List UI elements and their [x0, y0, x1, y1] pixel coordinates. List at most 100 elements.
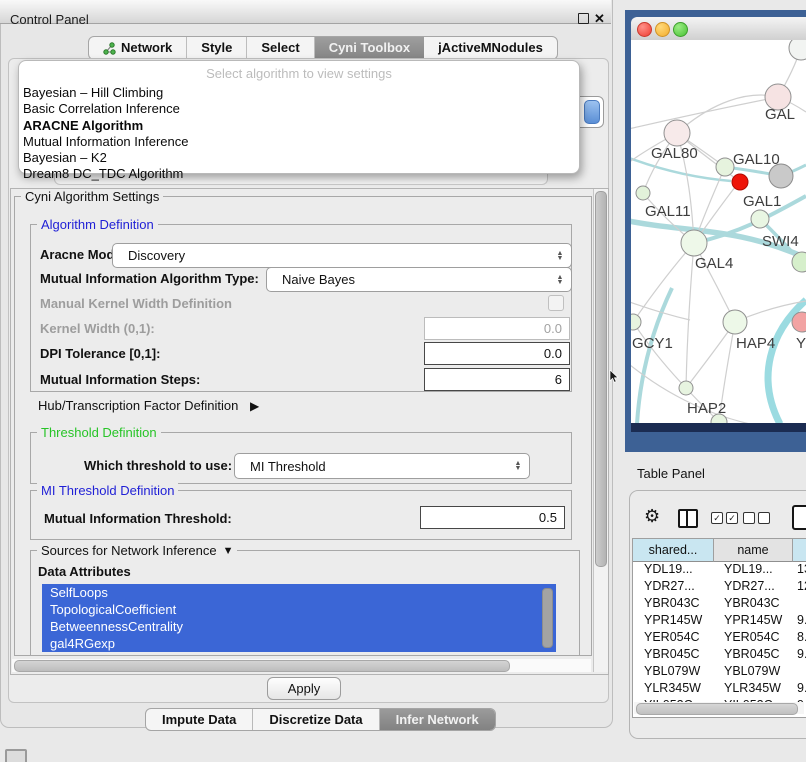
close-window-icon[interactable] — [637, 22, 652, 37]
network-node-highlighted[interactable] — [732, 174, 748, 190]
vertical-scrollbar-thumb[interactable] — [595, 191, 607, 567]
node-label: GCY1 — [632, 335, 673, 352]
control-panel-titlebar[interactable] — [0, 0, 611, 24]
table-horizontal-scrollbar-thumb[interactable] — [636, 703, 798, 715]
table-row[interactable]: YLR345WYLR345W9. — [633, 680, 806, 697]
tab-style[interactable]: Style — [187, 37, 247, 59]
node-labels: GAL GAL80 GAL10 GAL1 GAL11 SWI4 GAL4 GCY… — [632, 106, 806, 417]
hub-definition-expander[interactable]: Hub/Transcription Factor Definition ▶ — [38, 398, 259, 413]
tab-discretize-data[interactable]: Discretize Data — [253, 709, 379, 730]
mi-algorithm-type-combobox[interactable]: Naive Bayes ▲▼ — [266, 267, 572, 292]
columns-icon[interactable] — [678, 509, 698, 528]
kernel-width-field[interactable]: 0.0 — [424, 317, 570, 340]
close-panel-icon[interactable]: ✕ — [594, 11, 605, 27]
network-node-gal1[interactable] — [751, 210, 769, 228]
network-node-hap2[interactable] — [679, 381, 693, 395]
tab-infer-network[interactable]: Infer Network — [380, 709, 495, 730]
network-node-gal4[interactable] — [681, 230, 707, 256]
horizontal-scrollbar-thumb[interactable] — [14, 660, 510, 672]
float-panel-icon[interactable] — [578, 13, 589, 24]
checked-box-icon: ✓ — [726, 512, 738, 524]
node-label: Y — [796, 335, 806, 352]
which-threshold-combobox[interactable]: MI Threshold ▲▼ — [234, 453, 530, 479]
mi-steps-field[interactable]: 6 — [424, 368, 570, 391]
mi-algorithm-type-label: Mutual Information Algorithm Type: — [40, 271, 259, 286]
document-icon[interactable] — [792, 505, 806, 530]
table-cell — [791, 595, 806, 612]
table-row[interactable]: YBL079WYBL079W — [633, 663, 806, 680]
table-row[interactable]: YBR043CYBR043C — [633, 595, 806, 612]
mi-threshold-field[interactable]: 0.5 — [420, 506, 565, 529]
table-cell: YDR27... — [713, 578, 791, 595]
minimize-window-icon[interactable] — [655, 22, 670, 37]
table-cell: 12 — [791, 578, 806, 595]
table-row[interactable]: YDR27...YDR27...12 — [633, 578, 806, 595]
table-row[interactable]: YER054CYER054C8. — [633, 629, 806, 646]
collapse-down-icon: ▼ — [223, 545, 234, 557]
algorithm-option[interactable]: ARACNE Algorithm — [19, 118, 579, 134]
which-threshold-label: Which threshold to use: — [84, 458, 232, 473]
deselect-all-checks-icon[interactable] — [743, 512, 770, 524]
table-row[interactable]: YPR145WYPR145W9. — [633, 612, 806, 629]
table-row[interactable]: YDL19...YDL19...13 — [633, 561, 806, 578]
spinner-icon: ▲▼ — [553, 275, 567, 285]
unchecked-box-icon — [758, 512, 770, 524]
data-attribute-item[interactable]: TopologicalCoefficient — [42, 601, 556, 618]
apply-button[interactable]: Apply — [267, 677, 341, 700]
mouse-cursor — [609, 370, 619, 383]
column-header-shared-name[interactable]: shared... — [633, 539, 714, 562]
data-attribute-item[interactable]: BetweennessCentrality — [42, 618, 556, 635]
algorithm-option[interactable]: Bayesian – K2 — [19, 150, 579, 166]
algorithm-option[interactable]: Mutual Information Inference — [19, 134, 579, 150]
dpi-tolerance-field[interactable]: 0.0 — [424, 342, 570, 365]
table-row[interactable]: YBR045CYBR045C9. — [633, 646, 806, 663]
network-canvas[interactable]: GAL GAL80 GAL10 GAL1 GAL11 SWI4 GAL4 GCY… — [631, 40, 806, 423]
node-label: GAL1 — [743, 193, 781, 210]
manual-kernel-checkbox[interactable] — [548, 295, 564, 311]
node-label: HAP2 — [687, 400, 726, 417]
sources-group-header[interactable]: Sources for Network Inference ▼ — [37, 543, 237, 558]
tab-network[interactable]: Network — [89, 37, 187, 59]
checked-box-icon: ✓ — [711, 512, 723, 524]
network-node-gal10[interactable] — [716, 158, 734, 176]
table-cell: YER054C — [713, 629, 791, 646]
table-cell: 9. — [791, 646, 806, 663]
gear-icon[interactable]: ⚙ — [644, 506, 660, 527]
column-header-partial[interactable] — [793, 539, 806, 562]
network-node-gal11[interactable] — [636, 186, 650, 200]
network-graph: GAL GAL80 GAL10 GAL1 GAL11 SWI4 GAL4 GCY… — [631, 40, 806, 423]
tab-impute-data[interactable]: Impute Data — [146, 709, 253, 730]
tab-select[interactable]: Select — [247, 37, 314, 59]
data-attribute-item[interactable]: gal4RGexp — [42, 635, 556, 652]
attributes-scrollbar-thumb[interactable] — [542, 588, 553, 648]
table-cell: YBL079W — [633, 663, 713, 680]
network-node-gal80[interactable] — [664, 120, 690, 146]
algorithm-option[interactable]: Bayesian – Hill Climbing — [19, 85, 579, 101]
manual-kernel-label: Manual Kernel Width Definition — [40, 296, 232, 311]
algorithm-option[interactable]: Basic Correlation Inference — [19, 101, 579, 117]
aracne-mode-combobox[interactable]: Discovery ▲▼ — [112, 243, 572, 268]
column-header-name[interactable]: name — [714, 539, 793, 562]
tab-jactivemnodules[interactable]: jActiveMNodules — [424, 37, 557, 59]
mi-threshold-label: Mutual Information Threshold: — [44, 511, 232, 526]
combo-spinner-button — [584, 100, 600, 124]
network-node-gcy1[interactable] — [631, 314, 641, 330]
control-panel-title: Control Panel — [10, 12, 89, 27]
table-cell: 13 — [791, 561, 806, 578]
data-attribute-item[interactable]: SelfLoops — [42, 584, 556, 601]
select-all-checks-icon[interactable]: ✓ ✓ — [711, 512, 738, 524]
table-cell: YDL19... — [713, 561, 791, 578]
table-panel-title: Table Panel — [637, 466, 705, 481]
spinner-icon: ▲▼ — [511, 461, 525, 471]
table-body: YDL19...YDL19...13YDR27...YDR27...12YBR0… — [633, 561, 806, 703]
network-node-hap4[interactable] — [723, 310, 747, 334]
mi-algorithm-type-value: Naive Bayes — [267, 272, 553, 287]
network-window-titlebar[interactable] — [631, 17, 806, 41]
network-node[interactable] — [789, 40, 806, 60]
corner-panel-icon[interactable] — [5, 749, 27, 762]
algorithm-dropdown-list: Select algorithm to view settings Bayesi… — [18, 60, 580, 174]
zoom-window-icon[interactable] — [673, 22, 688, 37]
algorithm-option[interactable]: Dream8 DC_TDC Algorithm — [19, 166, 579, 182]
table-cell: YBR043C — [633, 595, 713, 612]
tab-cyni-toolbox[interactable]: Cyni Toolbox — [315, 37, 424, 59]
